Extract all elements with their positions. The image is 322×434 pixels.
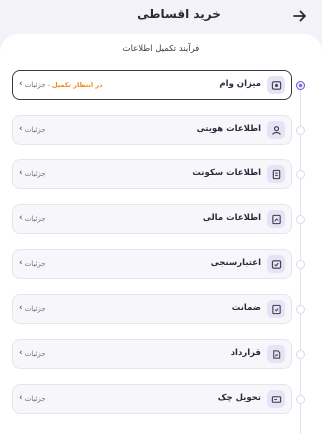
details-label: جزئیات [24,304,46,313]
timeline-dot [296,395,305,404]
step-details-link[interactable]: ‹ جزئیات [19,259,46,268]
step-label: میزان وام [219,79,261,89]
details-label: جزئیات [24,80,46,89]
timeline-dot [296,126,305,135]
step-loan-amount[interactable]: میزان وام ‹ جزئیات - در انتظار تکمیل [12,70,292,100]
step-details-link[interactable]: ‹ جزئیات - در انتظار تکمیل [19,80,102,89]
step-details-link[interactable]: ‹ جزئیات [19,349,46,358]
main-card: فرآیند تکمیل اطلاعات میزان وام ‹ جزئیات … [0,34,322,434]
step-financial-info[interactable]: اطلاعات مالی ‹ جزئیات [12,204,292,234]
timeline-dot [296,215,305,224]
details-label: جزئیات [24,169,46,178]
step-residence-info[interactable]: اطلاعات سکونت ‹ جزئیات [12,159,292,189]
credit-check-icon [267,255,285,273]
step-details-link[interactable]: ‹ جزئیات [19,304,46,313]
timeline-dot [296,305,305,314]
residence-icon [267,165,285,183]
loan-icon [267,76,285,94]
chevron-left-icon: ‹ [19,303,23,313]
chevron-left-icon: ‹ [19,348,23,358]
details-label: جزئیات [24,125,46,134]
chevron-left-icon: ‹ [19,258,23,268]
timeline-dot-active [296,81,305,90]
step-label: اطلاعات سکونت [192,168,261,178]
page-title: خرید اقساطی [137,7,221,21]
details-label: جزئیات [24,214,46,223]
details-label: جزئیات [24,349,46,358]
chevron-left-icon: ‹ [19,213,23,223]
step-cheque-delivery[interactable]: تحویل چک ‹ جزئیات [12,384,292,414]
separator: - [47,80,50,89]
timeline-dot [296,350,305,359]
step-details-link[interactable]: ‹ جزئیات [19,214,46,223]
step-credit-check[interactable]: اعتبارسنجی ‹ جزئیات [12,249,292,279]
details-label: جزئیات [24,394,46,403]
step-details-link[interactable]: ‹ جزئیات [19,125,46,134]
user-icon [267,121,285,139]
app-header: خرید اقساطی [0,0,322,32]
step-contract[interactable]: قرارداد ‹ جزئیات [12,339,292,369]
finance-icon [267,210,285,228]
contract-icon [267,345,285,363]
step-label: اطلاعات مالی [202,213,261,223]
guarantee-icon [267,300,285,318]
chevron-left-icon: ‹ [19,168,23,178]
details-label: جزئیات [24,259,46,268]
step-guarantee[interactable]: ضمانت ‹ جزئیات [12,294,292,324]
timeline-dot [296,260,305,269]
step-label: قرارداد [230,348,261,358]
chevron-left-icon: ‹ [19,393,23,403]
step-label: تحویل چک [217,393,261,403]
step-details-link[interactable]: ‹ جزئیات [19,169,46,178]
step-label: اعتبارسنجی [210,258,261,268]
chevron-left-icon: ‹ [19,79,23,89]
timeline-dot [296,170,305,179]
step-details-link[interactable]: ‹ جزئیات [19,394,46,403]
status-pending: در انتظار تکمیل [51,80,103,89]
process-subtitle: فرآیند تکمیل اطلاعات [122,44,200,54]
step-label: اطلاعات هویتی [196,124,261,134]
step-label: ضمانت [231,303,261,313]
cheque-icon [267,390,285,408]
step-identity-info[interactable]: اطلاعات هویتی ‹ جزئیات [12,115,292,145]
chevron-left-icon: ‹ [19,124,23,134]
